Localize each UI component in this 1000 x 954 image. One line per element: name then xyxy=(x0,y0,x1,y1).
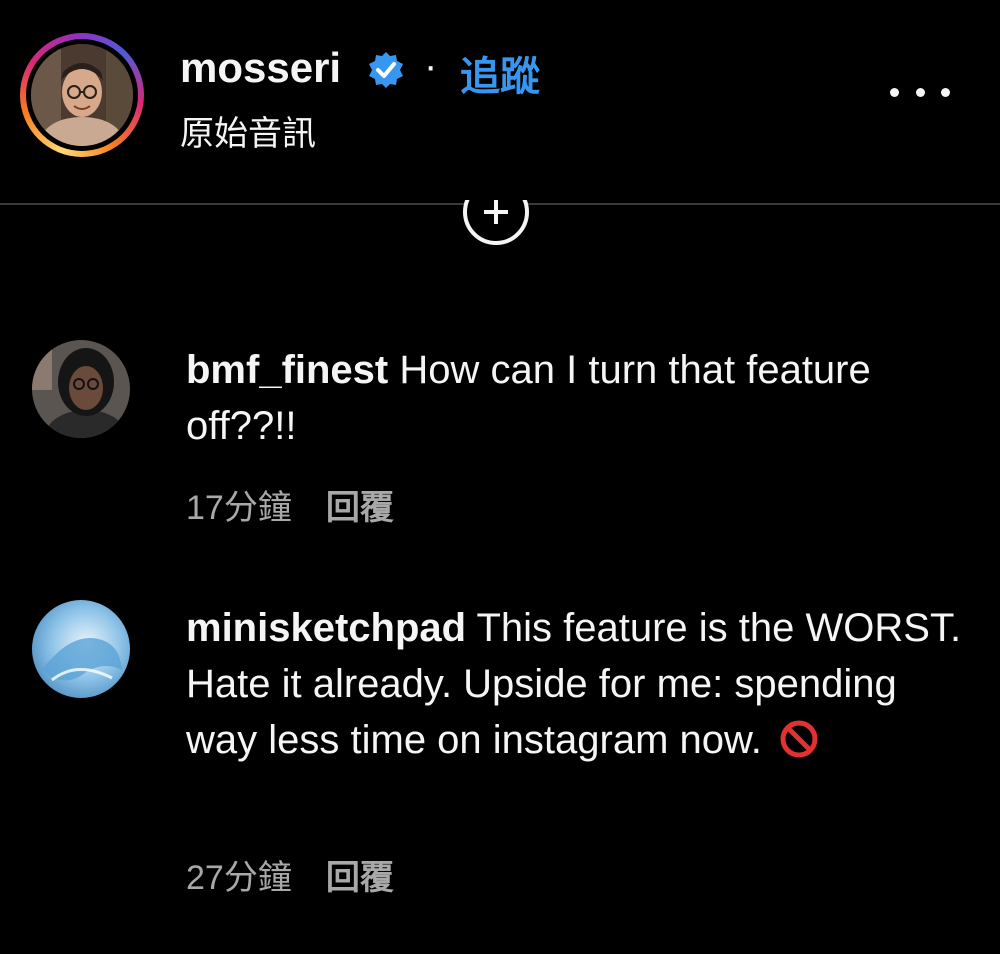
comment-time: 27分鐘 xyxy=(186,859,292,897)
avatar-image xyxy=(32,340,130,438)
add-circle-icon[interactable] xyxy=(460,200,532,246)
story-ring[interactable] xyxy=(20,33,144,157)
comment-username[interactable]: minisketchpad xyxy=(186,606,466,650)
audio-label[interactable]: 原始音訊 xyxy=(180,106,316,155)
post-username[interactable]: mosseri xyxy=(180,44,341,92)
post-header: mosseri · 追蹤 原始音訊 xyxy=(0,0,1000,204)
comment-meta: 17分鐘 回覆 xyxy=(186,480,394,529)
verified-badge-icon xyxy=(369,52,403,88)
comment-text-block: minisketchpad This feature is the WORST.… xyxy=(186,600,966,768)
comment-meta: 27分鐘 回覆 xyxy=(186,850,394,899)
separator-dot: · xyxy=(424,44,438,88)
avatar-image xyxy=(31,44,133,146)
follow-button[interactable]: 追蹤 xyxy=(460,44,540,102)
no-entry-icon xyxy=(780,720,818,758)
avatar-image xyxy=(32,600,130,698)
avatar[interactable] xyxy=(31,44,133,146)
avatar[interactable] xyxy=(32,600,130,698)
avatar[interactable] xyxy=(32,340,130,438)
comment-username[interactable]: bmf_finest xyxy=(186,348,388,392)
more-options-icon[interactable] xyxy=(890,72,950,112)
comment-text-block: bmf_finest How can I turn that feature o… xyxy=(186,342,966,454)
reply-button[interactable]: 回覆 xyxy=(326,859,394,897)
reply-button[interactable]: 回覆 xyxy=(326,489,394,527)
comment-time: 17分鐘 xyxy=(186,489,292,527)
